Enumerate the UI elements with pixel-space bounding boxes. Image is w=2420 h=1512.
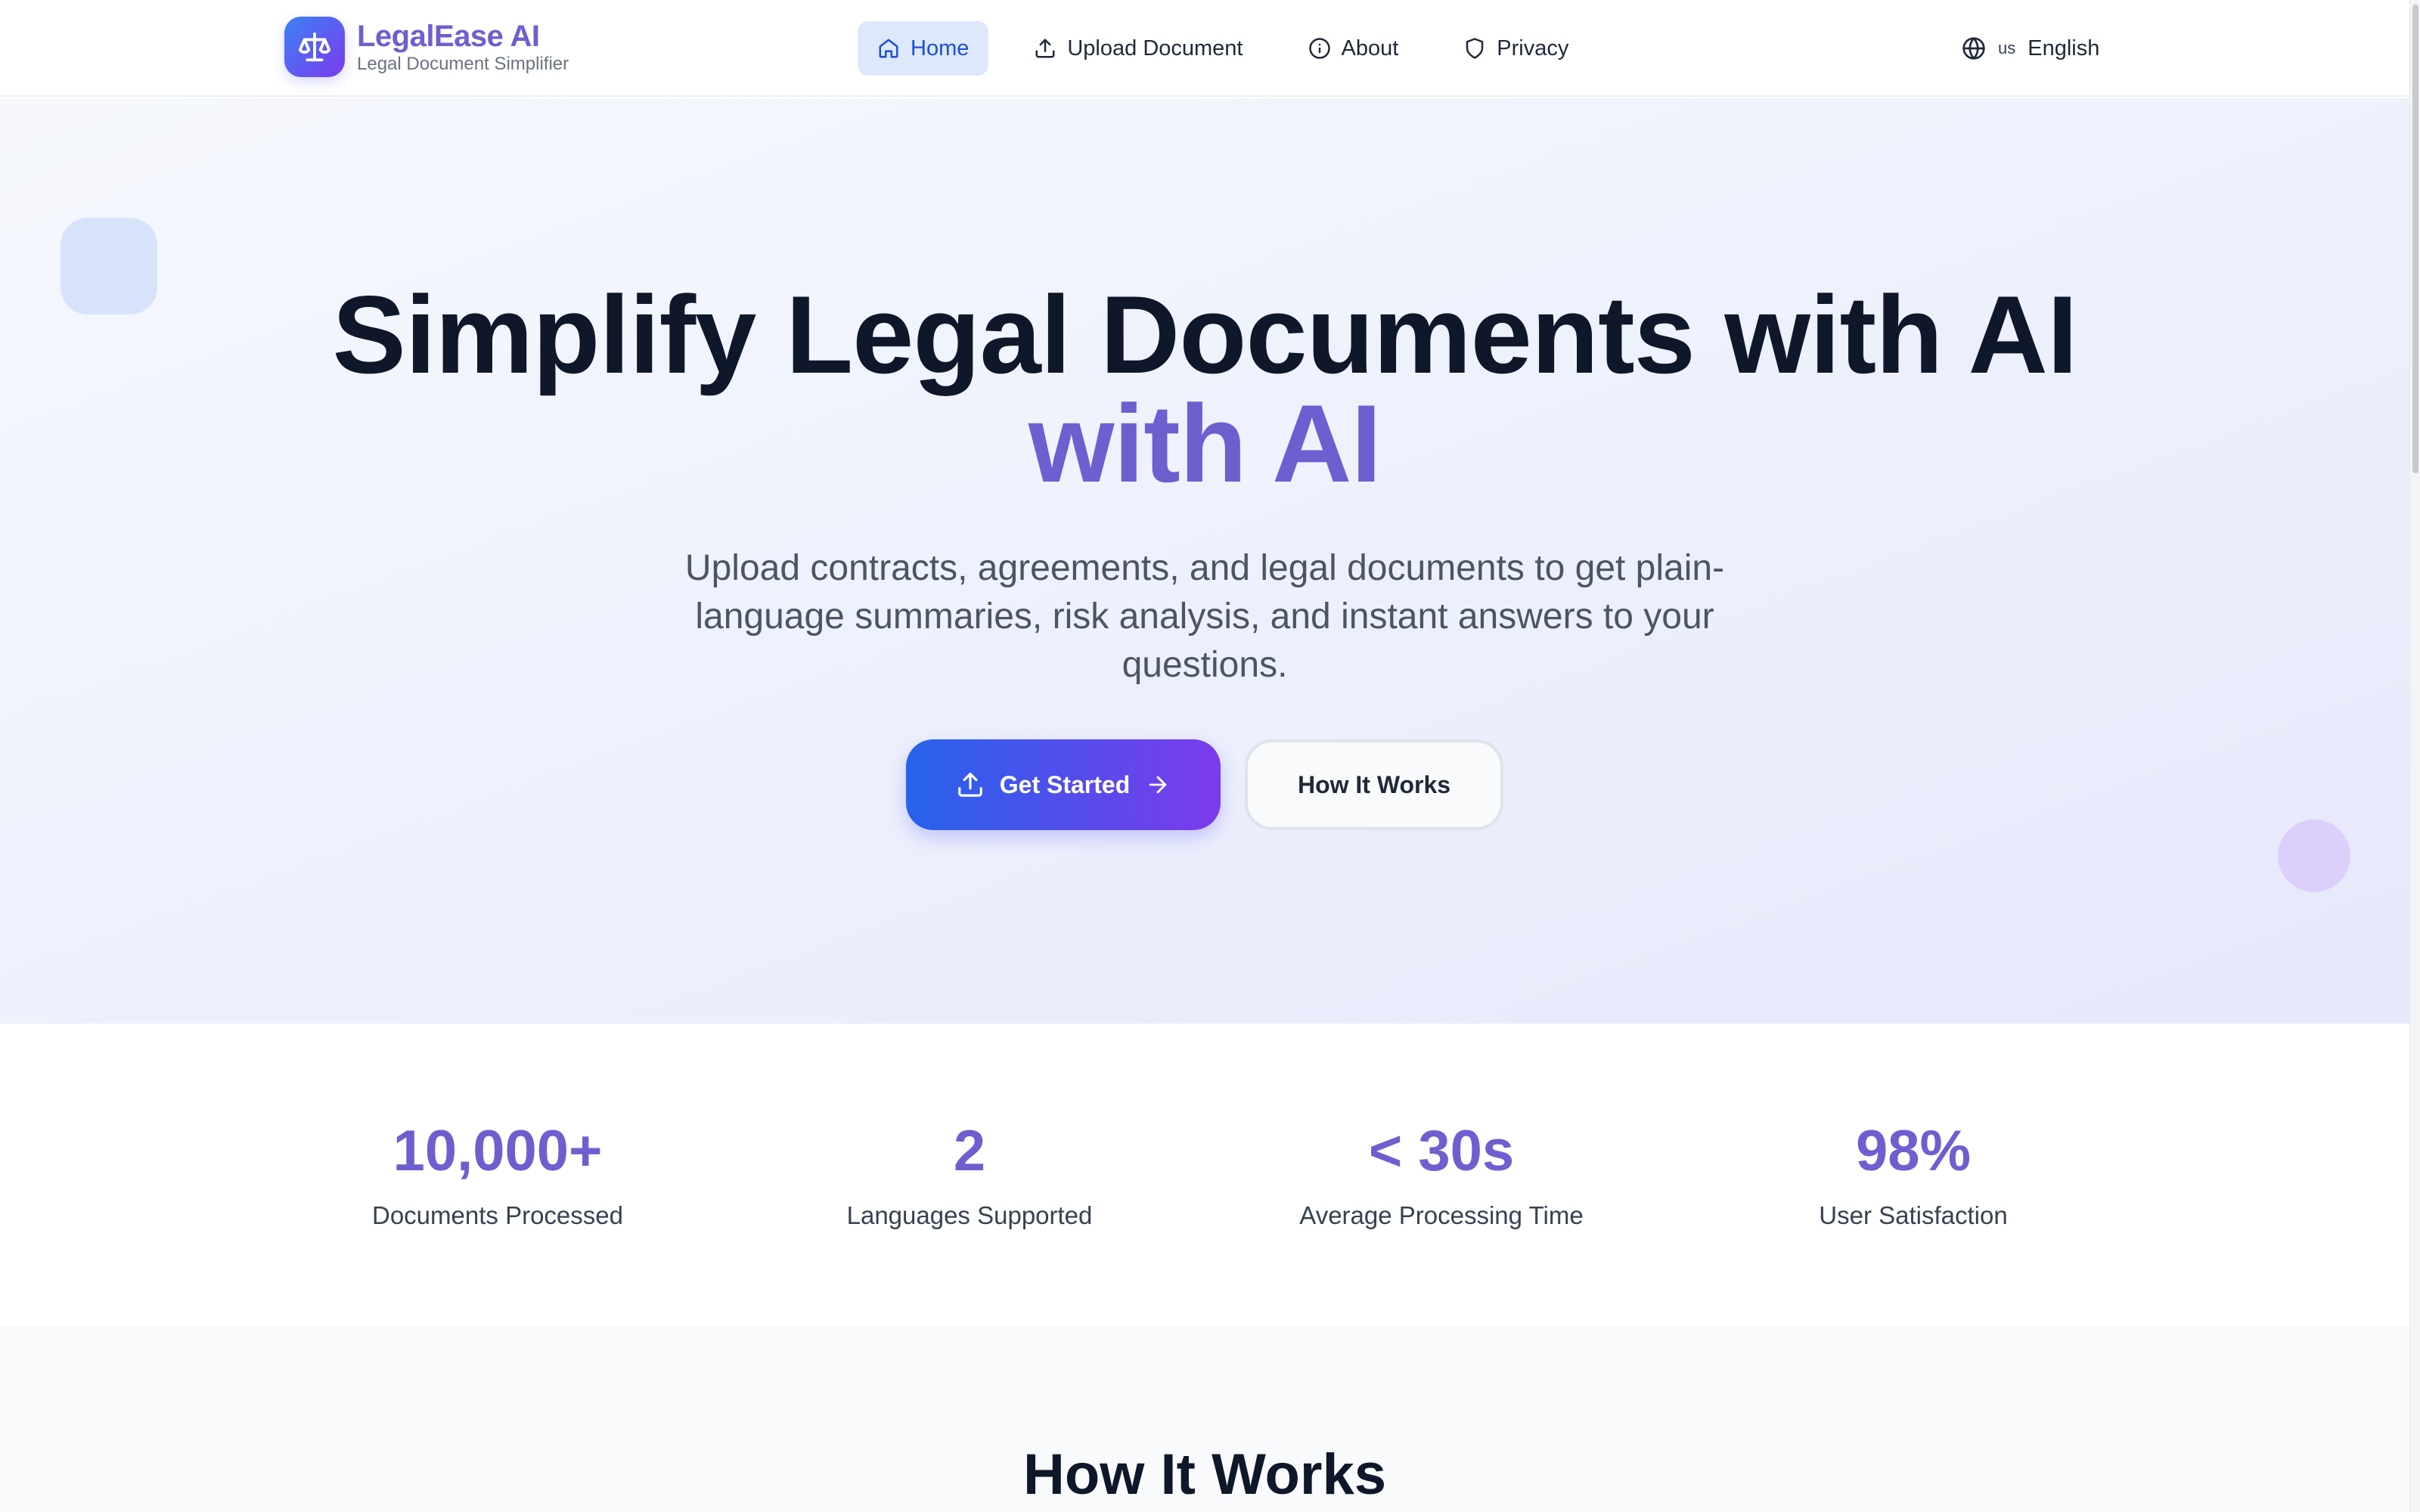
scrollbar-thumb[interactable] [2412, 5, 2418, 473]
how-it-works-label: How It Works [1297, 770, 1451, 798]
hero-actions: Get Started How It Works [0, 739, 2409, 830]
stat-average-processing-time: < 30s Average Processing Time [1199, 1117, 1683, 1231]
stats-section: 10,000+ Documents Processed 2 Languages … [0, 1024, 2409, 1326]
home-icon [879, 39, 898, 58]
globe-icon [1962, 37, 1985, 60]
brand-tagline: Legal Document Simplifier [357, 54, 569, 74]
stat-languages-supported: 2 Languages Supported [728, 1117, 1212, 1231]
page: LegalEase AI Legal Document Simplifier H… [0, 0, 2409, 1512]
scales-icon [284, 17, 345, 77]
language-flag: us [1998, 39, 2016, 57]
page-scrollbar[interactable] [2409, 0, 2420, 1512]
arrow-right-icon [1149, 776, 1167, 794]
how-it-works-section: How It Works [0, 1326, 2409, 1512]
brand-name: LegalEase AI [357, 20, 540, 53]
nav-item-upload-document[interactable]: Upload Document [1014, 21, 1262, 76]
stat-label: Average Processing Time [1299, 1201, 1584, 1229]
upload-icon [957, 773, 982, 797]
stat-label: Documents Processed [372, 1201, 623, 1229]
stat-value: 10,000+ [392, 1119, 603, 1183]
nav-item-label: Upload Document [1067, 36, 1243, 60]
shield-icon [1466, 38, 1484, 59]
nav-item-about[interactable]: About [1289, 21, 1419, 76]
stat-value: < 30s [1368, 1119, 1515, 1183]
get-started-label: Get Started [999, 770, 1131, 798]
language-label: English [2028, 36, 2100, 60]
nav-item-privacy[interactable]: Privacy [1444, 21, 1588, 76]
nav-item-label: About [1341, 36, 1399, 60]
brand-text: LegalEase AI Legal Document Simplifier [357, 19, 569, 75]
upload-icon [1035, 39, 1055, 58]
nav-item-home[interactable]: Home [858, 21, 989, 76]
get-started-button[interactable]: Get Started [906, 739, 1221, 830]
hero-subtitle: Upload contracts, agreements, and legal … [684, 548, 1725, 685]
top-navbar: LegalEase AI Legal Document Simplifier H… [0, 0, 2409, 97]
hero-section: Simplify Legal Documents with AI with AI… [0, 98, 2409, 1024]
main-nav: Home Upload Document About Privacy [858, 21, 1614, 76]
hero-title: Simplify Legal Documents with AI [332, 273, 2078, 396]
stat-documents-processed: 10,000+ Documents Processed [256, 1117, 740, 1231]
info-icon [1308, 38, 1330, 59]
nav-item-label: Home [911, 36, 970, 60]
section-title: How It Works [1023, 1442, 1386, 1507]
decorative-circle [2278, 820, 2350, 892]
brand[interactable]: LegalEase AI Legal Document Simplifier [284, 17, 569, 77]
stat-label: Languages Supported [846, 1201, 1093, 1229]
stat-user-satisfaction: 98% User Satisfaction [1671, 1117, 2155, 1231]
stat-value: 2 [953, 1119, 986, 1183]
nav-item-label: Privacy [1497, 36, 1569, 60]
language-selector[interactable]: us English [1962, 21, 2099, 76]
how-it-works-button[interactable]: How It Works [1245, 739, 1503, 830]
hero-title-accent: with AI [1028, 382, 1382, 505]
stat-label: User Satisfaction [1819, 1201, 2008, 1229]
stat-value: 98% [1855, 1119, 1972, 1183]
